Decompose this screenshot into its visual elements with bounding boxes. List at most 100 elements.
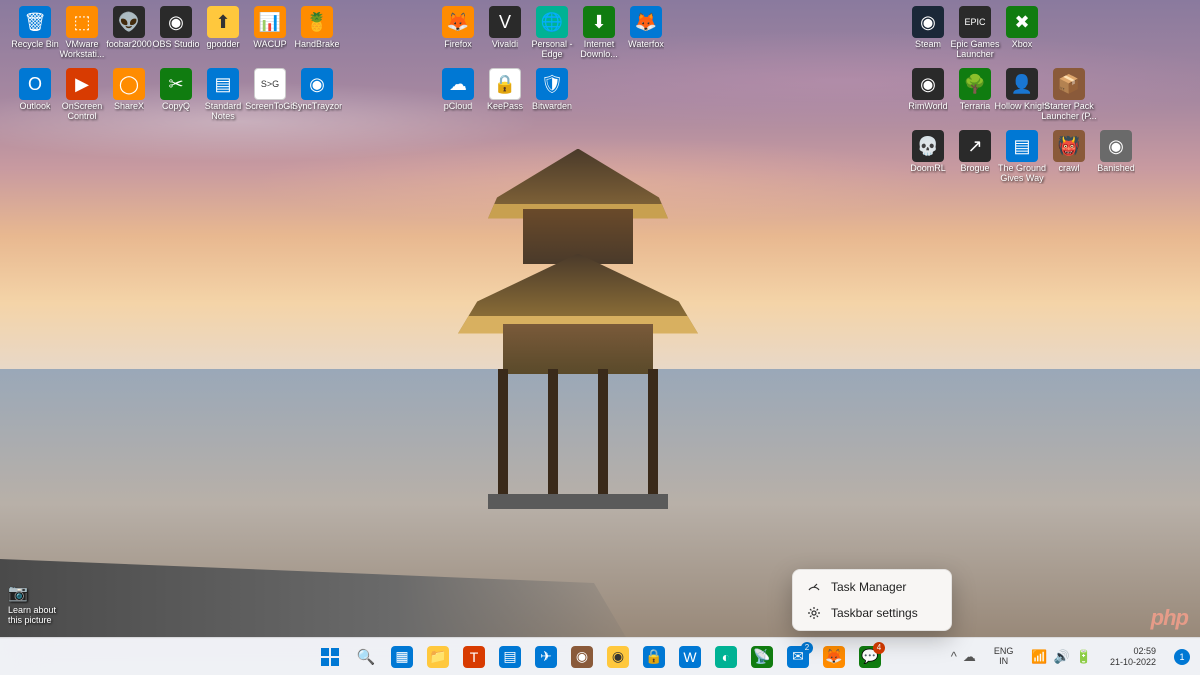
app2-icon: ◐ xyxy=(715,646,737,668)
ctx-taskbar-settings-label: Taskbar settings xyxy=(831,606,918,620)
ctx-task-manager-label: Task Manager xyxy=(831,580,906,594)
tray-overflow[interactable]: ^ ☁ xyxy=(945,642,982,672)
gear-icon xyxy=(807,606,821,620)
desktop-icon-handbrake[interactable]: 🍍 HandBrake xyxy=(286,4,348,52)
synctrayzor-icon: ◉ xyxy=(301,68,333,100)
bitwarden-tb-icon: 🔒 xyxy=(643,646,665,668)
taskbar-whatsapp[interactable]: 💬4 xyxy=(853,640,887,674)
doomrl-label: DoomRL xyxy=(910,164,946,174)
taskbar-explorer[interactable]: 📁 xyxy=(421,640,455,674)
ctx-task-manager[interactable]: Task Manager xyxy=(797,574,947,600)
desktop-icon-waterfox[interactable]: 🦊Waterfox xyxy=(615,4,677,52)
notification-badge: 1 xyxy=(1174,649,1190,665)
brogue-label: Brogue xyxy=(960,164,989,174)
taskbar-todoist[interactable]: T xyxy=(457,640,491,674)
desktop-icon-synctrayzor[interactable]: ◉ SyncTrayzor xyxy=(286,66,348,114)
taskbar-word[interactable]: W xyxy=(673,640,707,674)
epic-icon: EPIC xyxy=(959,6,991,38)
taskbar-app2[interactable]: ◐ xyxy=(709,640,743,674)
pcloud-icon: ☁ xyxy=(442,68,474,100)
handbrake-icon: 🍍 xyxy=(301,6,333,38)
vmware-icon: ⬚ xyxy=(66,6,98,38)
desktop-icon-bitwarden[interactable]: 🛡 Bitwarden xyxy=(521,66,583,114)
starterpack-label: Starter Pack Launcher (P... xyxy=(1040,102,1098,122)
todoist-icon: T xyxy=(463,646,485,668)
taskbar-search[interactable]: 🔍 xyxy=(349,640,383,674)
synctrayzor-label: SyncTrayzor xyxy=(292,102,342,112)
camera-icon: 📷 xyxy=(8,583,56,603)
taskview-icon: ▦ xyxy=(391,646,413,668)
steam-label: Steam xyxy=(915,40,941,50)
rimworld-label: RimWorld xyxy=(908,102,947,112)
taskbar-start[interactable] xyxy=(313,640,347,674)
telegram-icon: ✈ xyxy=(535,646,557,668)
system-tray: ^ ☁ ENG IN 📶 🔊 🔋 02:59 21-10-2022 1 xyxy=(945,638,1196,675)
mail-badge: 2 xyxy=(801,642,813,654)
firefox-tb-icon: 🦊 xyxy=(823,646,845,668)
feedly-icon: 📡 xyxy=(751,646,773,668)
groundgivesway-icon: ▤ xyxy=(1006,130,1038,162)
doomrl-icon: 💀 xyxy=(912,130,944,162)
outlook-label: Outlook xyxy=(19,102,50,112)
taskbar-chrome[interactable]: ◉ xyxy=(601,640,635,674)
bitwarden-icon: 🛡 xyxy=(536,68,568,100)
vivaldi-label: Vivaldi xyxy=(492,40,518,50)
edge-icon: 🌐 xyxy=(536,6,568,38)
taskbar-app1[interactable]: ◉ xyxy=(565,640,599,674)
handbrake-label: HandBrake xyxy=(294,40,339,50)
battery-icon: 🔋 xyxy=(1076,649,1092,665)
taskbar-telegram[interactable]: ✈ xyxy=(529,640,563,674)
desktop-icon-banished[interactable]: ◉ Banished xyxy=(1085,128,1147,176)
windows-icon xyxy=(320,647,340,667)
gpodder-icon: ⬆ xyxy=(207,6,239,38)
copyq-label: CopyQ xyxy=(162,102,190,112)
vivaldi-icon: V xyxy=(489,6,521,38)
sharex-icon: ◯ xyxy=(113,68,145,100)
xbox-icon: ✖ xyxy=(1006,6,1038,38)
xbox-label: Xbox xyxy=(1012,40,1033,50)
brogue-icon: ↗ xyxy=(959,130,991,162)
taskbar-mail[interactable]: ✉2 xyxy=(781,640,815,674)
hollowknight-icon: 👤 xyxy=(1006,68,1038,100)
search-icon: 🔍 xyxy=(357,648,376,666)
wifi-icon: 📶 xyxy=(1031,649,1047,665)
clock[interactable]: 02:59 21-10-2022 xyxy=(1104,642,1162,672)
taskbar-taskview[interactable]: ▦ xyxy=(385,640,419,674)
outlook-icon: O xyxy=(19,68,51,100)
copyq-icon: ✂ xyxy=(160,68,192,100)
taskbar-firefox-tb[interactable]: 🦊 xyxy=(817,640,851,674)
chevron-up-icon: ^ xyxy=(951,649,957,664)
waterfox-icon: 🦊 xyxy=(630,6,662,38)
banished-icon: ◉ xyxy=(1100,130,1132,162)
learn-about-picture[interactable]: 📷 Learn about this picture xyxy=(8,583,56,625)
app1-icon: ◉ xyxy=(571,646,593,668)
recycle-bin-icon: 🗑 xyxy=(19,6,51,38)
language-switcher[interactable]: ENG IN xyxy=(988,642,1020,672)
bitwarden-label: Bitwarden xyxy=(532,102,572,112)
taskbar-context-menu: Task Manager Taskbar settings xyxy=(792,569,952,631)
screentogif-icon: S>G xyxy=(254,68,286,100)
starterpack-icon: 📦 xyxy=(1053,68,1085,100)
speed-icon xyxy=(807,580,821,594)
keepass-label: KeePass xyxy=(487,102,523,112)
word-icon: W xyxy=(679,646,701,668)
keepass-icon: 🔒 xyxy=(489,68,521,100)
learn-line1: Learn about xyxy=(8,605,56,615)
crawl-label: crawl xyxy=(1058,164,1079,174)
gpodder-label: gpodder xyxy=(206,40,239,50)
ctx-taskbar-settings[interactable]: Taskbar settings xyxy=(797,600,947,626)
desktop-icon-starterpack[interactable]: 📦Starter Pack Launcher (P... xyxy=(1038,66,1100,124)
network-volume-battery[interactable]: 📶 🔊 🔋 xyxy=(1025,642,1098,672)
notifications[interactable]: 1 xyxy=(1168,642,1196,672)
volume-icon: 🔊 xyxy=(1054,649,1070,665)
taskbar-bitwarden-tb[interactable]: 🔒 xyxy=(637,640,671,674)
notes-icon: ▤ xyxy=(499,646,521,668)
taskbar-feedly[interactable]: 📡 xyxy=(745,640,779,674)
banished-label: Banished xyxy=(1097,164,1135,174)
desktop-icon-xbox[interactable]: ✖ Xbox xyxy=(991,4,1053,52)
taskbar: 🔍 ▦ 📁 T ▤ ✈ ◉ ◉ 🔒 W ◐ 📡 ✉2 🦊 💬4 ^ ☁ ENG IN 📶 🔊 🔋 02:59… xyxy=(0,637,1200,675)
taskbar-notes[interactable]: ▤ xyxy=(493,640,527,674)
terraria-label: Terraria xyxy=(960,102,991,112)
wacup-label: WACUP xyxy=(253,40,286,50)
firefox-label: Firefox xyxy=(444,40,472,50)
